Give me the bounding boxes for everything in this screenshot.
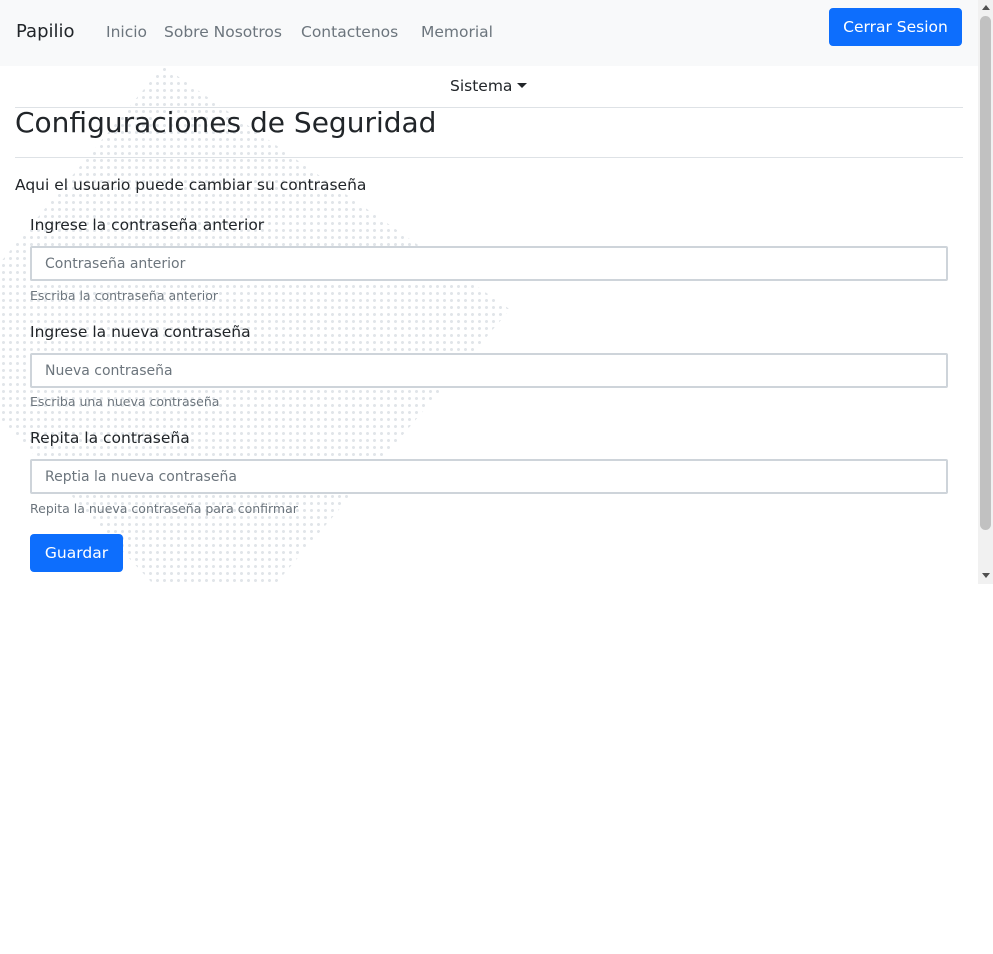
confirm-password-input[interactable] xyxy=(30,459,948,494)
caret-down-icon xyxy=(517,83,528,88)
page-title: Configuraciones de Seguridad xyxy=(15,106,437,139)
old-password-label: Ingrese la contraseña anterior xyxy=(30,216,265,234)
old-password-input[interactable] xyxy=(30,246,948,281)
nav-link-sobre-nosotros[interactable]: Sobre Nosotros xyxy=(164,23,282,41)
new-password-input[interactable] xyxy=(30,353,948,388)
scroll-down-arrow-icon[interactable] xyxy=(982,573,990,578)
save-button[interactable]: Guardar xyxy=(30,534,123,572)
confirm-password-label: Repita la contraseña xyxy=(30,429,190,447)
brand-logo-text[interactable]: Papilio xyxy=(16,21,75,42)
vertical-scrollbar[interactable] xyxy=(978,0,993,584)
main-content: Sistema Configuraciones de Seguridad Aqu… xyxy=(0,66,978,584)
new-password-label: Ingrese la nueva contraseña xyxy=(30,323,251,341)
sistema-dropdown-label: Sistema xyxy=(450,77,513,95)
divider-title xyxy=(15,157,963,158)
confirm-password-help: Repita la nueva contraseña para confirma… xyxy=(30,501,298,516)
sistema-dropdown-toggle[interactable]: Sistema xyxy=(450,77,528,95)
logout-button[interactable]: Cerrar Sesion xyxy=(829,8,962,46)
top-navbar: Papilio Inicio Sobre Nosotros Contacteno… xyxy=(0,0,978,66)
old-password-help: Escriba la contraseña anterior xyxy=(30,288,219,303)
nav-link-inicio[interactable]: Inicio xyxy=(106,23,147,41)
scrollbar-thumb[interactable] xyxy=(980,16,991,530)
new-password-help: Escriba una nueva contraseña xyxy=(30,394,220,409)
nav-link-memorial[interactable]: Memorial xyxy=(421,23,493,41)
scroll-up-arrow-icon[interactable] xyxy=(982,5,990,10)
nav-link-contactenos[interactable]: Contactenos xyxy=(301,23,398,41)
page-description: Aqui el usuario puede cambiar su contras… xyxy=(15,176,367,194)
